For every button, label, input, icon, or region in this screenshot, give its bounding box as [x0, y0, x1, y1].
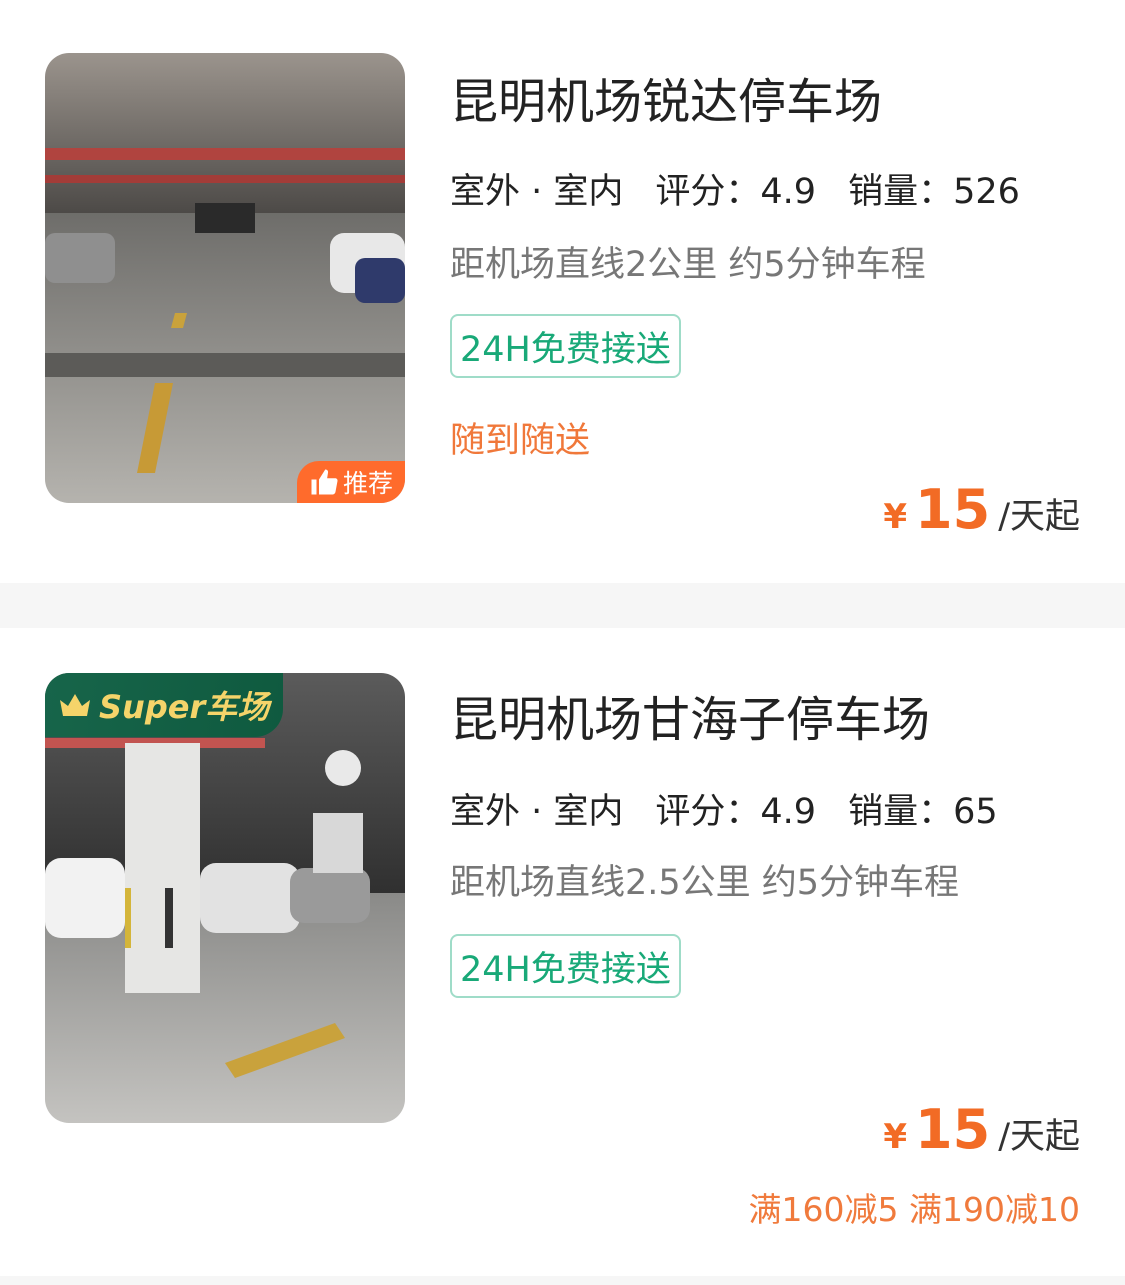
- rating-label: 评分：4.9: [655, 792, 817, 832]
- service-note: 随到随送: [450, 421, 591, 461]
- parking-name[interactable]: 昆明机场甘海子停车场: [450, 680, 930, 750]
- super-parking-badge: Super车场: [45, 673, 283, 737]
- price: ¥ 15 /天起: [883, 1098, 1080, 1161]
- garage-photo-image: [45, 53, 405, 503]
- environment-label: 室外 · 室内: [450, 163, 655, 216]
- sales-label: 销量：65: [848, 792, 998, 832]
- recommend-label: 推荐: [342, 469, 393, 498]
- environment-label: 室外 · 室内: [450, 783, 655, 836]
- price-amount: 15: [915, 478, 991, 541]
- super-parking-label: Super车场: [99, 688, 270, 726]
- recommend-badge: 推荐: [297, 461, 405, 503]
- thumbs-up-icon: [311, 469, 338, 495]
- crown-icon: [60, 694, 90, 716]
- price: ¥ 15 /天起: [883, 478, 1080, 541]
- currency-symbol: ¥: [883, 1117, 908, 1157]
- parking-listing-card[interactable]: Super车场 昆明机场甘海子停车场 室外 · 室内 评分：4.9 销量：65 …: [0, 628, 1125, 1276]
- parking-meta: 室外 · 室内 评分：4.9 销量：65: [450, 783, 998, 836]
- parking-meta: 室外 · 室内 评分：4.9 销量：526: [450, 163, 1020, 216]
- sales-label: 销量：526: [848, 172, 1020, 212]
- price-unit: /天起: [998, 497, 1080, 537]
- free-shuttle-badge: 24H免费接送: [450, 934, 681, 998]
- parking-photo[interactable]: 推荐: [45, 53, 405, 503]
- currency-symbol: ¥: [883, 497, 908, 537]
- rating-label: 评分：4.9: [655, 172, 817, 212]
- parking-photo[interactable]: Super车场: [45, 673, 405, 1123]
- distance-info: 距机场直线2.5公里 约5分钟车程: [450, 863, 960, 903]
- price-unit: /天起: [998, 1117, 1080, 1157]
- parking-listing-card[interactable]: 推荐 昆明机场锐达停车场 室外 · 室内 评分：4.9 销量：526 距机场直线…: [0, 0, 1125, 583]
- garage-photo-image: [45, 673, 405, 1123]
- distance-info: 距机场直线2公里 约5分钟车程: [450, 245, 926, 285]
- free-shuttle-badge: 24H免费接送: [450, 314, 681, 378]
- price-amount: 15: [915, 1098, 991, 1161]
- parking-name[interactable]: 昆明机场锐达停车场: [450, 62, 882, 132]
- discount-promo: 满160减5 满190减10: [748, 1190, 1080, 1229]
